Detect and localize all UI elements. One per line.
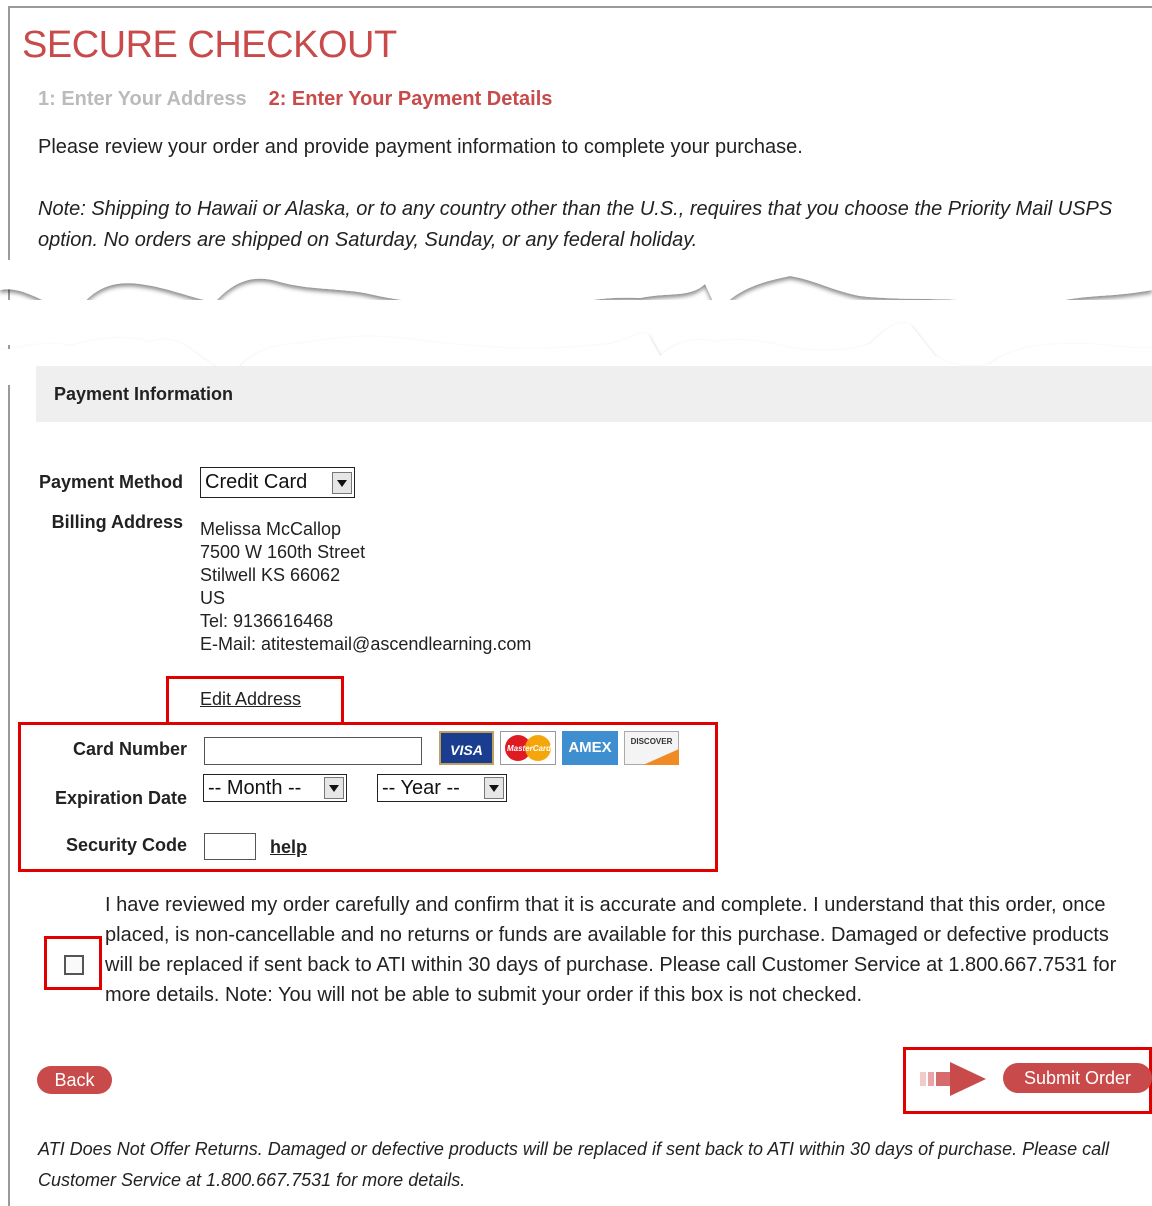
mastercard-icon: MasterCard <box>500 731 556 765</box>
shipping-note: Note: Shipping to Hawaii or Alaska, or t… <box>38 198 1113 251</box>
chevron-down-icon <box>484 777 504 799</box>
discover-icon: DISCOVER <box>624 731 679 765</box>
payment-information-title: Payment Information <box>54 384 234 404</box>
security-code-input[interactable] <box>204 833 256 860</box>
submit-order-button[interactable]: Submit Order <box>1003 1063 1152 1093</box>
payment-information-header: Payment Information <box>36 366 1152 422</box>
billing-address-block: Melissa McCallop 7500 W 160th Street Sti… <box>200 518 531 656</box>
expiration-month-select[interactable]: -- Month -- <box>203 774 347 802</box>
expiration-year-select[interactable]: -- Year -- <box>377 774 507 802</box>
billing-email: E-Mail: atitestemail@ascendlearning.com <box>200 634 532 654</box>
edit-address-link[interactable]: Edit Address <box>200 689 301 710</box>
chevron-down-icon <box>324 777 344 799</box>
billing-city: Stilwell KS 66062 <box>200 565 341 585</box>
expiration-year-value: -- Year -- <box>382 777 460 799</box>
back-button[interactable]: Back <box>37 1066 112 1094</box>
chevron-down-icon <box>332 472 352 494</box>
billing-country: US <box>200 588 226 608</box>
intro-text: Please review your order and provide pay… <box>38 136 803 158</box>
returns-policy-text: ATI Does Not Offer Returns. Damaged or d… <box>38 1139 1110 1190</box>
payment-method-value: Credit Card <box>205 471 308 493</box>
payment-method-label: Payment Method <box>38 472 183 492</box>
expiration-date-label: Expiration Date <box>54 788 187 808</box>
page-frame <box>8 6 1152 1206</box>
step-enter-address[interactable]: 1: Enter Your Address <box>38 88 247 110</box>
page-title: SECURE CHECKOUT <box>22 24 397 66</box>
payment-method-select[interactable]: Credit Card <box>200 467 355 498</box>
visa-icon: VISA <box>439 731 494 765</box>
billing-street: 7500 W 160th Street <box>200 542 366 562</box>
agreement-checkbox[interactable] <box>64 955 84 975</box>
step-payment-details: 2: Enter Your Payment Details <box>268 88 553 110</box>
card-number-label: Card Number <box>72 739 187 759</box>
security-code-help-link[interactable]: help <box>270 837 307 858</box>
security-code-label: Security Code <box>65 835 187 855</box>
billing-name: Melissa McCallop <box>200 519 342 539</box>
expiration-month-value: -- Month -- <box>208 777 302 799</box>
checkout-steps: 1: Enter Your Address 2: Enter Your Payme… <box>38 88 552 111</box>
billing-phone: Tel: 9136616468 <box>200 611 334 631</box>
agreement-text: I have reviewed my order carefully and c… <box>105 894 1117 1006</box>
card-number-input[interactable] <box>204 737 422 765</box>
arrow-right-icon <box>920 1062 986 1096</box>
billing-address-label: Billing Address <box>51 512 183 532</box>
amex-icon: AMEX <box>562 731 618 765</box>
